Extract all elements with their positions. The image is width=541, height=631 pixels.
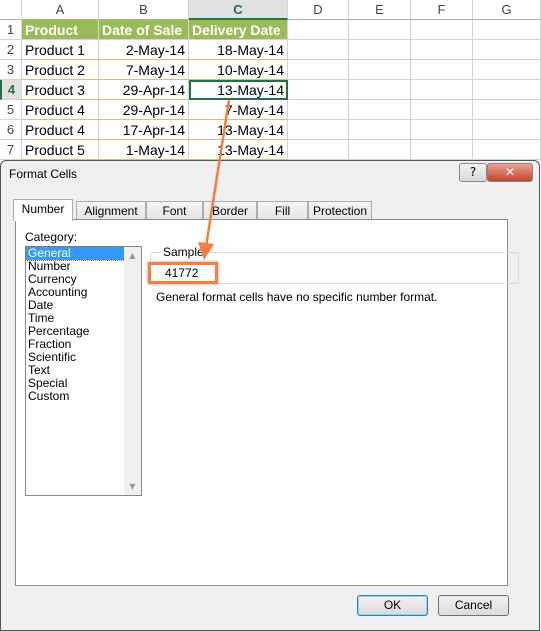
annotation-arrow [198,99,231,260]
arrow-line [204,99,231,248]
arrow-head-icon [198,242,214,260]
